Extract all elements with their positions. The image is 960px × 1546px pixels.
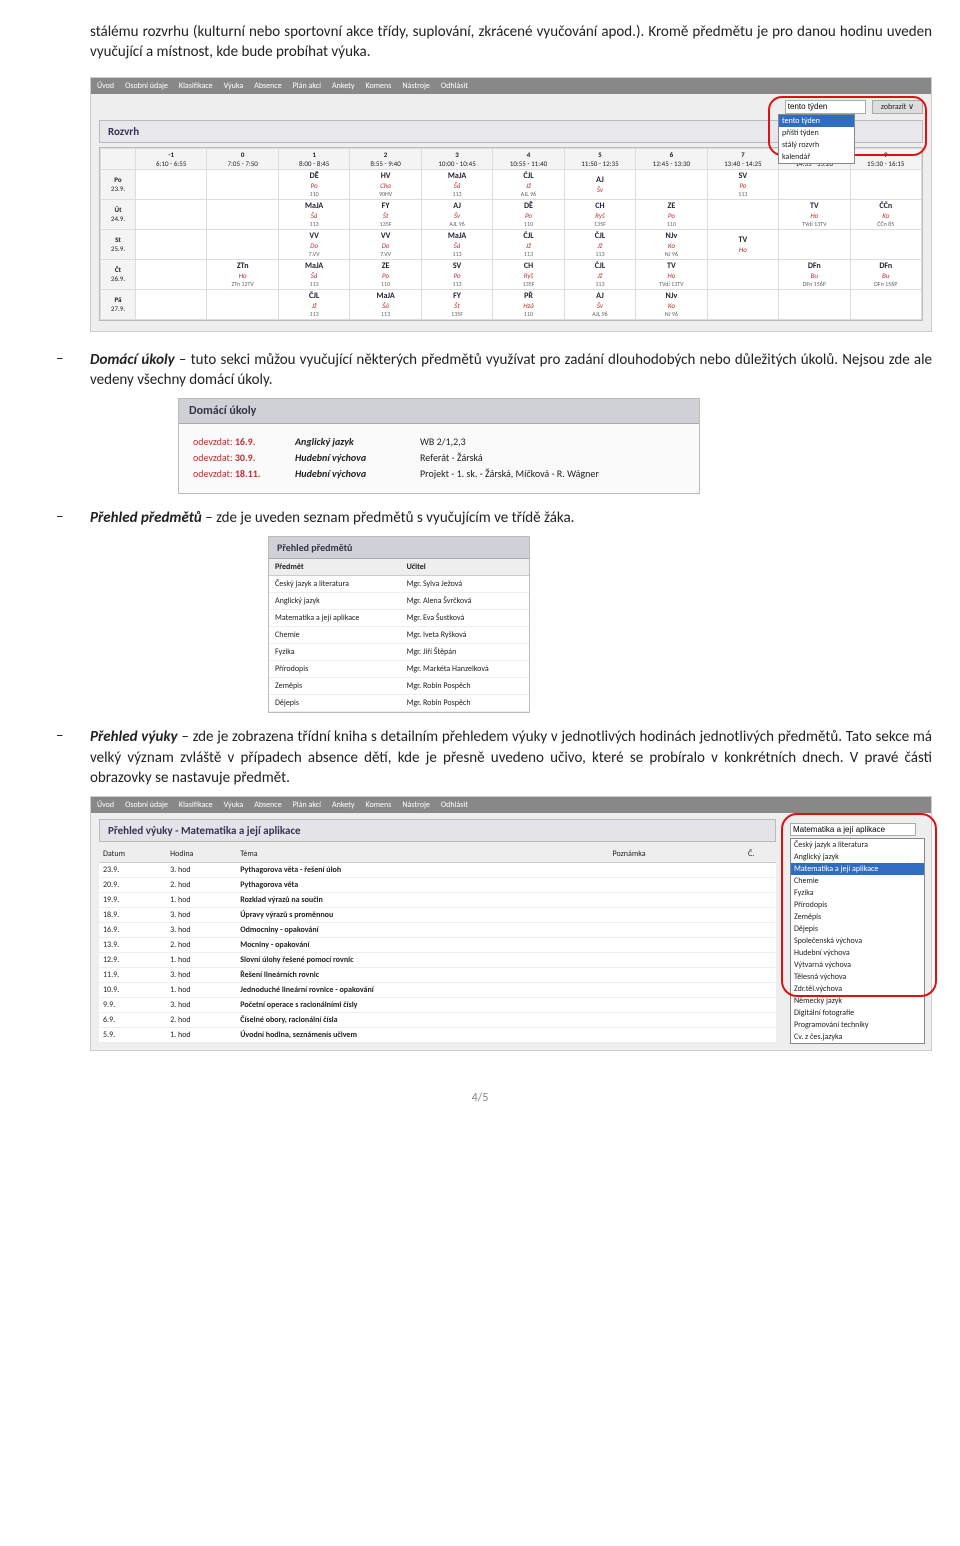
du-panel: Domácí úkoly odevzdat: 16.9. Anglický ja… [178, 398, 700, 494]
timetable: -16:10 - 6:5507:05 - 7:5018:00 - 8:4528:… [99, 147, 923, 321]
table-row: Anglický jazykMgr. Alena Švrčková [269, 593, 529, 610]
du-title: Domácí úkoly [179, 399, 699, 424]
subject-option[interactable]: Zeměpis [791, 911, 924, 923]
subject-option[interactable]: Společenská výchova [791, 935, 924, 947]
show-button[interactable]: zobrazit ∨ [872, 100, 923, 114]
nav-item[interactable]: Nástroje [402, 81, 430, 91]
week-option[interactable]: tento týden [779, 115, 854, 127]
subject-option[interactable]: Tělesná výchova [791, 971, 924, 983]
pv-title: Přehled výuky - Matematika a její aplika… [99, 819, 776, 842]
bullet-pp: – Přehled předmětů – zde je uveden sezna… [56, 508, 932, 528]
pp-title: Přehled předmětů [269, 537, 529, 559]
nav-item[interactable]: Osobní údaje [125, 800, 168, 810]
subject-option[interactable]: Chemie [791, 875, 924, 887]
app-navbar: Úvod Osobní údaje Klasifikace Výuka Absence P… [91, 78, 931, 94]
week-selector-row: zobrazit ∨ tento týdenpříští týdenstálý … [99, 100, 923, 114]
nav-item[interactable]: Ankety [332, 81, 354, 91]
table-row: ChemieMgr. Iveta Ryšková [269, 627, 529, 644]
nav-item[interactable]: Komens [365, 81, 391, 91]
table-row: FyzikaMgr. Jiří Štěpán [269, 644, 529, 661]
table-row: 19.9.1. hodRozklad výrazů na součin [99, 893, 776, 908]
du-row: odevzdat: 30.9. Hudební výchova Referát … [193, 451, 685, 464]
rozvrh-screenshot: Úvod Osobní údaje Klasifikace Výuka Absence P… [90, 77, 932, 332]
du-row: odevzdat: 18.11. Hudební výchova Projekt… [193, 467, 685, 480]
bullet-pv: – Přehled výuky – zde je zobrazena třídn… [56, 727, 932, 788]
nav-item[interactable]: Klasifikace [179, 800, 213, 810]
table-row: 18.9.3. hodÚpravy výrazů s proměnnou [99, 908, 776, 923]
table-row: 5.9.1. hodÚvodní hodina, seznámenís učiv… [99, 1028, 776, 1043]
nav-item[interactable]: Osobní údaje [125, 81, 168, 91]
table-row: 16.9.3. hodOdmocniny - opakování [99, 923, 776, 938]
nav-item[interactable]: Výuka [224, 800, 244, 810]
subject-option[interactable]: Anglický jazyk [791, 851, 924, 863]
nav-item[interactable]: Plán akcí [293, 81, 321, 91]
table-row: Matematika a její aplikaceMgr. Eva Šustk… [269, 610, 529, 627]
subject-option[interactable]: Dějepis [791, 923, 924, 935]
subject-option[interactable]: Digitální fotografie [791, 1007, 924, 1019]
du-row: odevzdat: 16.9. Anglický jazyk WB 2/1,2,… [193, 435, 685, 448]
subject-option[interactable]: Přírodopis [791, 899, 924, 911]
week-dropdown[interactable]: tento týdenpříští týdenstálý rozvrhkalen… [778, 114, 855, 164]
subject-option[interactable]: Hudební výchova [791, 947, 924, 959]
table-row: DějepisMgr. Robin Pospěch [269, 695, 529, 712]
subject-option[interactable]: Výtvarná výchova [791, 959, 924, 971]
table-row: ZeměpisMgr. Robin Pospěch [269, 678, 529, 695]
nav-item[interactable]: Klasifikace [179, 81, 213, 91]
subject-dropdown[interactable]: Český jazyk a literaturaAnglický jazykMa… [790, 838, 925, 1044]
pp-panel: Přehled předmětů PředmětUčitelČeský jazy… [268, 536, 530, 713]
table-row: 9.9.3. hodPočetní operace s racionálními… [99, 998, 776, 1013]
page-number: 4/5 [28, 1091, 932, 1105]
table-row: Český jazyk a literaturaMgr. Sylva Ježov… [269, 576, 529, 593]
subject-option[interactable]: Programování techniky [791, 1019, 924, 1031]
table-row: 20.9.2. hodPythagorova věta [99, 878, 776, 893]
week-select[interactable] [785, 100, 866, 114]
nav-item[interactable]: Úvod [97, 81, 114, 91]
nav-item[interactable]: Výuka [224, 81, 244, 91]
subject-option[interactable]: Fyzika [791, 887, 924, 899]
nav-item[interactable]: Absence [254, 81, 281, 91]
subject-select[interactable] [790, 823, 916, 836]
nav-item[interactable]: Odhlásit [441, 800, 468, 810]
nav-item[interactable]: Komens [365, 800, 391, 810]
nav-item[interactable]: Úvod [97, 800, 114, 810]
week-option[interactable]: kalendář [779, 151, 854, 163]
subject-option[interactable]: Německý jazyk [791, 995, 924, 1007]
app-navbar: Úvod Osobní údaje Klasifikace Výuka Absence P… [91, 797, 931, 813]
nav-item[interactable]: Ankety [332, 800, 354, 810]
table-row: 12.9.1. hodSlovní úlohy řešené pomocí ro… [99, 953, 776, 968]
subject-option[interactable]: Český jazyk a literatura [791, 839, 924, 851]
nav-item[interactable]: Plán akcí [293, 800, 321, 810]
nav-item[interactable]: Odhlásit [441, 81, 468, 91]
intro-paragraph: stálému rozvrhu (kulturní nebo sportovní… [90, 22, 932, 63]
table-row: 11.9.3. hodŘešení lineárních rovnic [99, 968, 776, 983]
subject-option[interactable]: Matematika a její aplikace [791, 863, 924, 875]
bullet-du: – Domácí úkoly – tuto sekci můžou vyučuj… [56, 350, 932, 391]
table-row: 10.9.1. hodJednoduché lineární rovnice -… [99, 983, 776, 998]
nav-item[interactable]: Nástroje [402, 800, 430, 810]
nav-item[interactable]: Absence [254, 800, 281, 810]
subject-option[interactable]: Cv. z čes.jazyka [791, 1031, 924, 1043]
table-row: 6.9.2. hodČíselné obory, racionální čísl… [99, 1013, 776, 1028]
week-option[interactable]: příští týden [779, 127, 854, 139]
week-option[interactable]: stálý rozvrh [779, 139, 854, 151]
table-row: 13.9.2. hodMocniny - opakování [99, 938, 776, 953]
pv-screenshot: Úvod Osobní údaje Klasifikace Výuka Absence P… [90, 796, 932, 1051]
table-row: 23.9.3. hodPythagorova věta - řešení úlo… [99, 863, 776, 878]
table-row: PřírodopisMgr. Markéta Hanzelková [269, 661, 529, 678]
subject-option[interactable]: Zdr.těl.výchova [791, 983, 924, 995]
